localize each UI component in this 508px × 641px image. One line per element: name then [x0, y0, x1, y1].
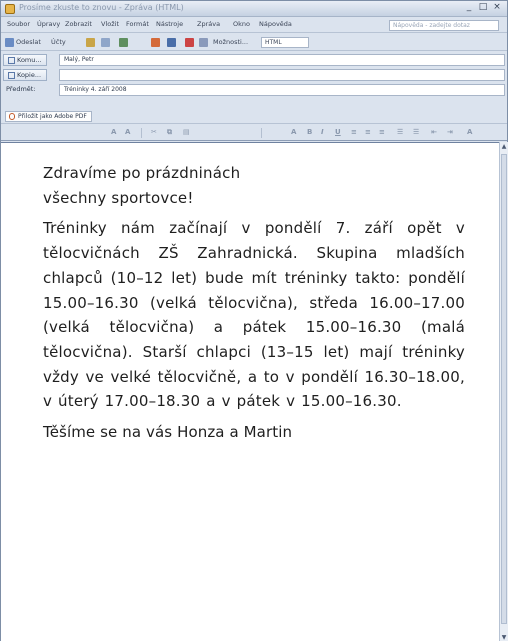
minimize-button[interactable]: _	[463, 2, 475, 14]
highlight-icon[interactable]: A	[467, 128, 472, 136]
close-button[interactable]: ×	[491, 2, 503, 14]
options-button[interactable]: Možnosti...	[213, 37, 248, 48]
maximize-button[interactable]: □	[477, 2, 489, 14]
greeting: Zdravíme po prázdninách všechny sportovce…	[43, 161, 465, 210]
body-paragraph: Tréninky nám začínají v pondělí 7. září …	[43, 219, 465, 411]
toolbar-separator	[261, 128, 262, 138]
to-button[interactable]: Komu...	[3, 54, 47, 66]
attachment-bar: Přiložit jako Adobe PDF	[1, 109, 507, 124]
menu-edit[interactable]: Úpravy	[37, 20, 60, 28]
subject-row: Předmět: Tréninky 4. září 2008	[1, 83, 507, 97]
signoff: Těšíme se na vás Honza a Martin	[43, 423, 293, 442]
menu-bar: Soubor Úpravy Zobrazit Vložit Formát Nás…	[1, 18, 507, 33]
standard-toolbar: Odeslat Účty Možnosti... HTML	[1, 34, 507, 51]
send-button[interactable]: Odeslat	[16, 37, 41, 48]
greeting-line-2: všechny sportovce!	[43, 188, 194, 207]
window-title: Prosíme zkuste to znovu - Zpráva (HTML)	[19, 3, 184, 12]
cc-button[interactable]: Kopie...	[3, 69, 47, 81]
app-icon	[5, 4, 15, 14]
attach-file-icon[interactable]	[86, 38, 95, 47]
message-text: Zdravíme po prázdninách všechny sportovce…	[43, 161, 465, 445]
menu-file[interactable]: Soubor	[7, 20, 30, 28]
flag-icon[interactable]	[185, 38, 194, 47]
scroll-thumb[interactable]	[501, 154, 507, 624]
decrease-indent-icon[interactable]: ⇤	[431, 128, 437, 136]
toolbar-separator	[141, 128, 142, 138]
menu-help[interactable]: Nápověda	[259, 20, 292, 28]
menu-format[interactable]: Formát	[126, 20, 149, 28]
options-icon[interactable]	[199, 38, 208, 47]
increase-indent-icon[interactable]: ⇥	[447, 128, 453, 136]
menu-message[interactable]: Zpráva	[197, 20, 220, 28]
italic-icon[interactable]: I	[321, 128, 324, 136]
subject-label: Předmět:	[6, 85, 36, 93]
greeting-line-1: Zdravíme po prázdninách	[43, 164, 241, 182]
to-row: Komu... Malý, Petr	[1, 53, 507, 67]
paperclip-icon	[9, 113, 15, 120]
address-book-icon[interactable]	[101, 38, 110, 47]
cc-row: Kopie...	[1, 68, 507, 82]
format-select[interactable]: HTML	[261, 37, 309, 48]
menu-insert[interactable]: Vložit	[101, 20, 119, 28]
attach-pdf-label: Přiložit jako Adobe PDF	[18, 113, 87, 120]
copy-icon[interactable]: ⧉	[167, 128, 172, 137]
menu-tools[interactable]: Nástroje	[156, 20, 183, 28]
email-compose-window: Prosíme zkuste to znovu - Zpráva (HTML) …	[0, 0, 508, 641]
font-size-icon[interactable]: A	[125, 128, 130, 136]
window-controls: _ □ ×	[463, 2, 503, 14]
subject-field[interactable]: Tréninky 4. září 2008	[59, 84, 505, 96]
to-field[interactable]: Malý, Petr	[59, 54, 505, 66]
help-search-input[interactable]: Nápověda - zadejte dotaz	[389, 20, 499, 31]
underline-icon[interactable]: U	[335, 128, 341, 136]
menu-window[interactable]: Okno	[233, 20, 250, 28]
check-names-icon[interactable]	[119, 38, 128, 47]
cc-field[interactable]	[59, 69, 505, 81]
numbering-icon[interactable]: ☰	[397, 128, 403, 136]
importance-low-icon[interactable]	[167, 38, 176, 47]
paste-icon[interactable]: ▤	[183, 128, 190, 136]
vertical-scrollbar[interactable]: ▲ ▼	[499, 142, 508, 641]
importance-high-icon[interactable]	[151, 38, 160, 47]
font-select-icon[interactable]: A	[111, 128, 116, 136]
align-right-icon[interactable]: ≡	[379, 128, 385, 136]
align-center-icon[interactable]: ≡	[365, 128, 371, 136]
bold-icon[interactable]: B	[307, 128, 312, 136]
scroll-down-icon[interactable]: ▼	[500, 633, 508, 641]
cut-icon[interactable]: ✂	[151, 128, 157, 136]
send-icon	[5, 38, 14, 47]
bullets-icon[interactable]: ☰	[413, 128, 419, 136]
scroll-up-icon[interactable]: ▲	[500, 142, 508, 151]
formatting-toolbar: A A ✂ ⧉ ▤ A B I U ≡ ≡ ≡ ☰ ☰ ⇤ ⇥ A	[1, 125, 507, 141]
align-left-icon[interactable]: ≡	[351, 128, 357, 136]
menu-view[interactable]: Zobrazit	[65, 20, 92, 28]
message-body[interactable]: Zdravíme po prázdninách všechny sportovce…	[1, 142, 499, 641]
font-color-icon[interactable]: A	[291, 128, 296, 136]
accounts-button[interactable]: Účty	[51, 37, 66, 48]
attach-pdf-button[interactable]: Přiložit jako Adobe PDF	[5, 111, 92, 122]
title-bar: Prosíme zkuste to znovu - Zpráva (HTML) …	[1, 1, 507, 17]
